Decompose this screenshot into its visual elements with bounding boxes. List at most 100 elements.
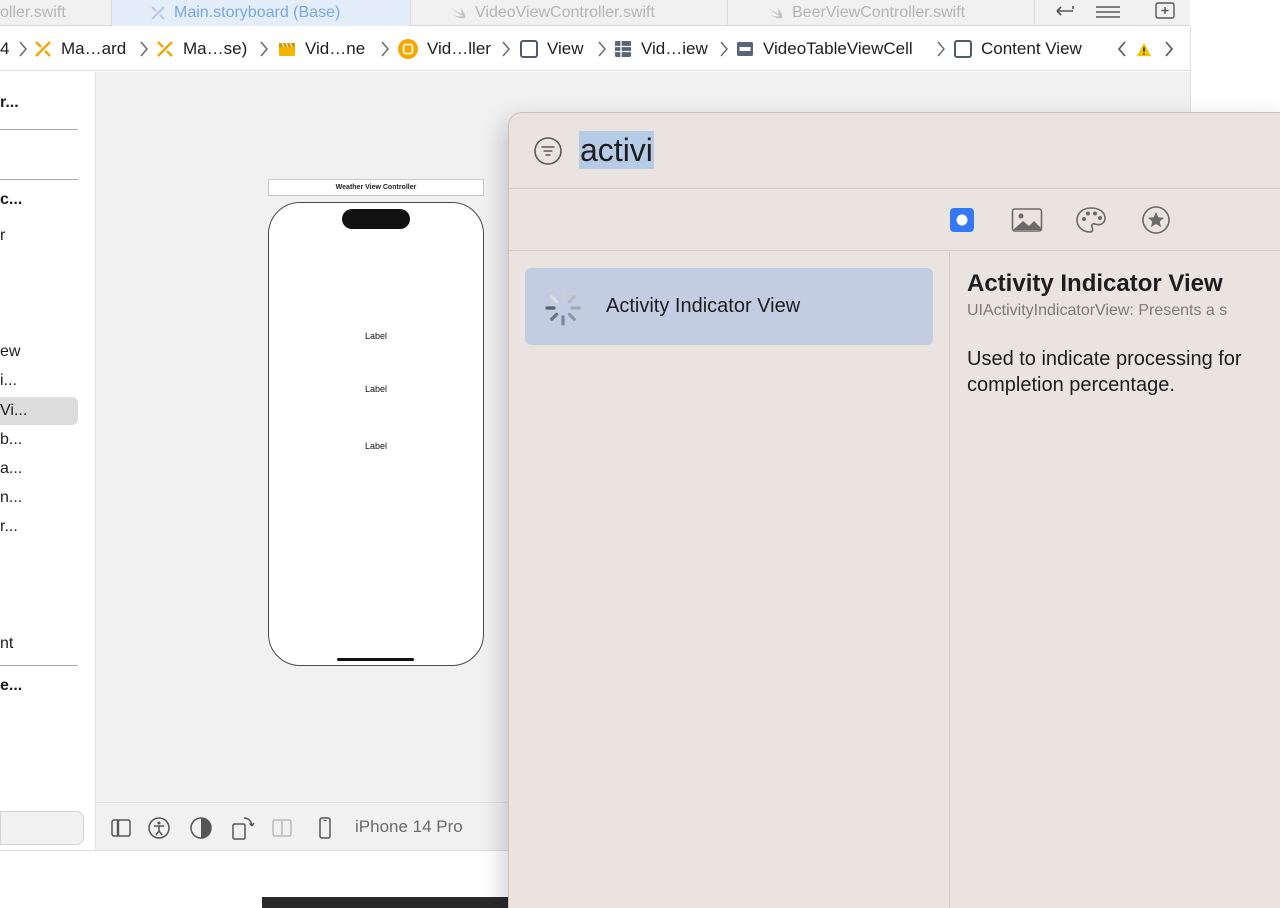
chevron-right-icon (502, 41, 510, 57)
chevron-right-icon[interactable] (1161, 39, 1177, 59)
swift-icon (451, 8, 466, 19)
crumb-label: Vid…ne (305, 39, 366, 58)
jump-crumb-project[interactable]: 4 (0, 37, 9, 61)
document-outline: r... c... r ew i... Vi... b... a... n...… (0, 72, 96, 850)
device-selector[interactable]: iPhone 14 Pro (355, 817, 463, 837)
chevron-right-icon (720, 41, 728, 57)
table-cell-icon (737, 42, 753, 56)
chevron-right-icon (937, 41, 945, 57)
view-controller-icon (398, 39, 418, 59)
object-library-popover: activi Activity Indicator View Activity … (508, 112, 1280, 908)
outline-item-selected[interactable]: Vi... (0, 397, 78, 425)
chevron-right-icon (260, 41, 268, 57)
image-category-icon[interactable] (1011, 204, 1043, 236)
jump-crumb-table-view-cell[interactable]: VideoTableViewCell (735, 37, 913, 61)
outline-item[interactable]: b... (0, 428, 22, 452)
jump-crumb-table-view[interactable]: Vid…iew (613, 37, 708, 61)
tabbar-spacer (1190, 0, 1280, 26)
tab-label: Main.storyboard (Base) (174, 4, 341, 21)
scene-title-bar[interactable]: Weather View Controller (268, 179, 484, 196)
chevron-right-icon (140, 41, 148, 57)
outline-item[interactable]: r... (0, 91, 19, 115)
split-view-icon[interactable] (269, 815, 295, 841)
crumb-label: View (547, 39, 584, 58)
table-view-icon (615, 41, 631, 57)
outline-item[interactable]: n... (0, 486, 22, 510)
library-detail-pane: Activity Indicator View UIActivityIndica… (967, 252, 1280, 908)
editor-options-icon[interactable] (1093, 0, 1123, 22)
tab-label: VideoViewController.swift (475, 4, 655, 21)
filter-icon[interactable] (533, 136, 563, 166)
adjust-editor-icon[interactable] (1050, 0, 1080, 22)
outline-item[interactable]: a... (0, 457, 22, 481)
chevron-right-icon (19, 41, 27, 57)
jump-crumb-main-storyboard-folder[interactable]: Ma…ard (33, 37, 126, 61)
library-category-bar (509, 189, 1280, 251)
view-icon (520, 40, 538, 58)
jump-crumb-main-storyboard-base[interactable]: Ma…se) (155, 37, 247, 61)
tab-label: oller.swift (0, 4, 66, 21)
iphone-frame[interactable]: Label Label Label (268, 202, 484, 666)
label-1[interactable]: Label (269, 331, 483, 341)
swift-icon (768, 8, 783, 19)
library-result-item[interactable]: Activity Indicator View (525, 268, 933, 345)
chevron-left-icon[interactable] (1114, 39, 1130, 59)
library-search-bar: activi (509, 113, 1280, 189)
editor-tab-bar: oller.swift Main.storyboard (Base) Video… (0, 0, 1190, 26)
dock-edge (262, 897, 522, 908)
outline-item[interactable]: e... (0, 674, 22, 698)
outline-item[interactable]: i... (0, 369, 17, 393)
outline-item[interactable]: nt (0, 632, 13, 656)
scene-icon (279, 42, 295, 56)
jump-crumb-content-view[interactable]: Content View (953, 37, 1082, 61)
library-results-list: Activity Indicator View (509, 252, 950, 908)
outline-divider (0, 665, 78, 666)
outline-divider (0, 129, 78, 130)
device-icon[interactable] (312, 815, 338, 841)
storyboard-icon (35, 41, 51, 57)
tab-beer-view-controller[interactable]: BeerViewController.swift (728, 0, 1035, 26)
outline-item[interactable]: r... (0, 515, 18, 539)
tab-main-storyboard[interactable]: Main.storyboard (Base) (112, 0, 411, 26)
storyboard-icon (157, 41, 173, 57)
library-search-input[interactable]: activi (579, 129, 654, 171)
outline-item[interactable]: c... (0, 188, 22, 212)
outline-filter-field[interactable] (0, 811, 84, 845)
view-icon (954, 40, 972, 58)
tab-label: BeerViewController.swift (792, 4, 966, 21)
tab-previous-controller[interactable]: oller.swift (0, 0, 112, 26)
detail-title: Activity Indicator View (967, 270, 1223, 297)
activity-indicator-icon (545, 290, 581, 326)
jump-crumb-scene[interactable]: Vid…ne (277, 37, 365, 61)
crumb-label: VideoTableViewCell (763, 39, 913, 58)
label-2[interactable]: Label (269, 384, 483, 394)
appearance-icon[interactable] (188, 815, 214, 841)
detail-class-line: UIActivityIndicatorView: Presents a s (967, 302, 1228, 319)
library-result-label: Activity Indicator View (606, 295, 801, 317)
jump-bar: 4 Ma…ard Ma…se) Vid…ne Vid…ller View Vid… (0, 27, 1190, 71)
search-query-text: activi (579, 131, 654, 169)
star-category-icon[interactable] (1140, 204, 1172, 236)
outline-item[interactable]: r (0, 224, 5, 248)
label-3[interactable]: Label (269, 441, 483, 451)
outline-divider (0, 179, 78, 180)
home-indicator (337, 658, 414, 661)
crumb-label: Vid…iew (641, 39, 708, 58)
accessibility-icon[interactable] (146, 815, 172, 841)
outline-item[interactable]: ew (0, 340, 20, 364)
rotate-orientation-icon[interactable] (230, 815, 256, 841)
tab-video-view-controller[interactable]: VideoViewController.swift (411, 0, 728, 26)
jump-crumb-view-controller[interactable]: Vid…ller (397, 37, 491, 61)
crumb-label: Vid…ller (427, 39, 491, 58)
warning-icon[interactable] (1136, 39, 1152, 59)
crumb-label: Ma…ard (61, 39, 127, 58)
chevron-right-icon (381, 41, 389, 57)
toggle-outline-icon[interactable] (108, 815, 134, 841)
objects-category-icon[interactable] (946, 204, 978, 236)
crumb-label: 4 (0, 39, 10, 58)
chevron-right-icon (598, 41, 606, 57)
storyboard-icon (151, 6, 165, 20)
add-editor-icon[interactable] (1150, 0, 1180, 22)
color-palette-icon[interactable] (1075, 204, 1107, 236)
jump-crumb-view[interactable]: View (519, 37, 584, 61)
